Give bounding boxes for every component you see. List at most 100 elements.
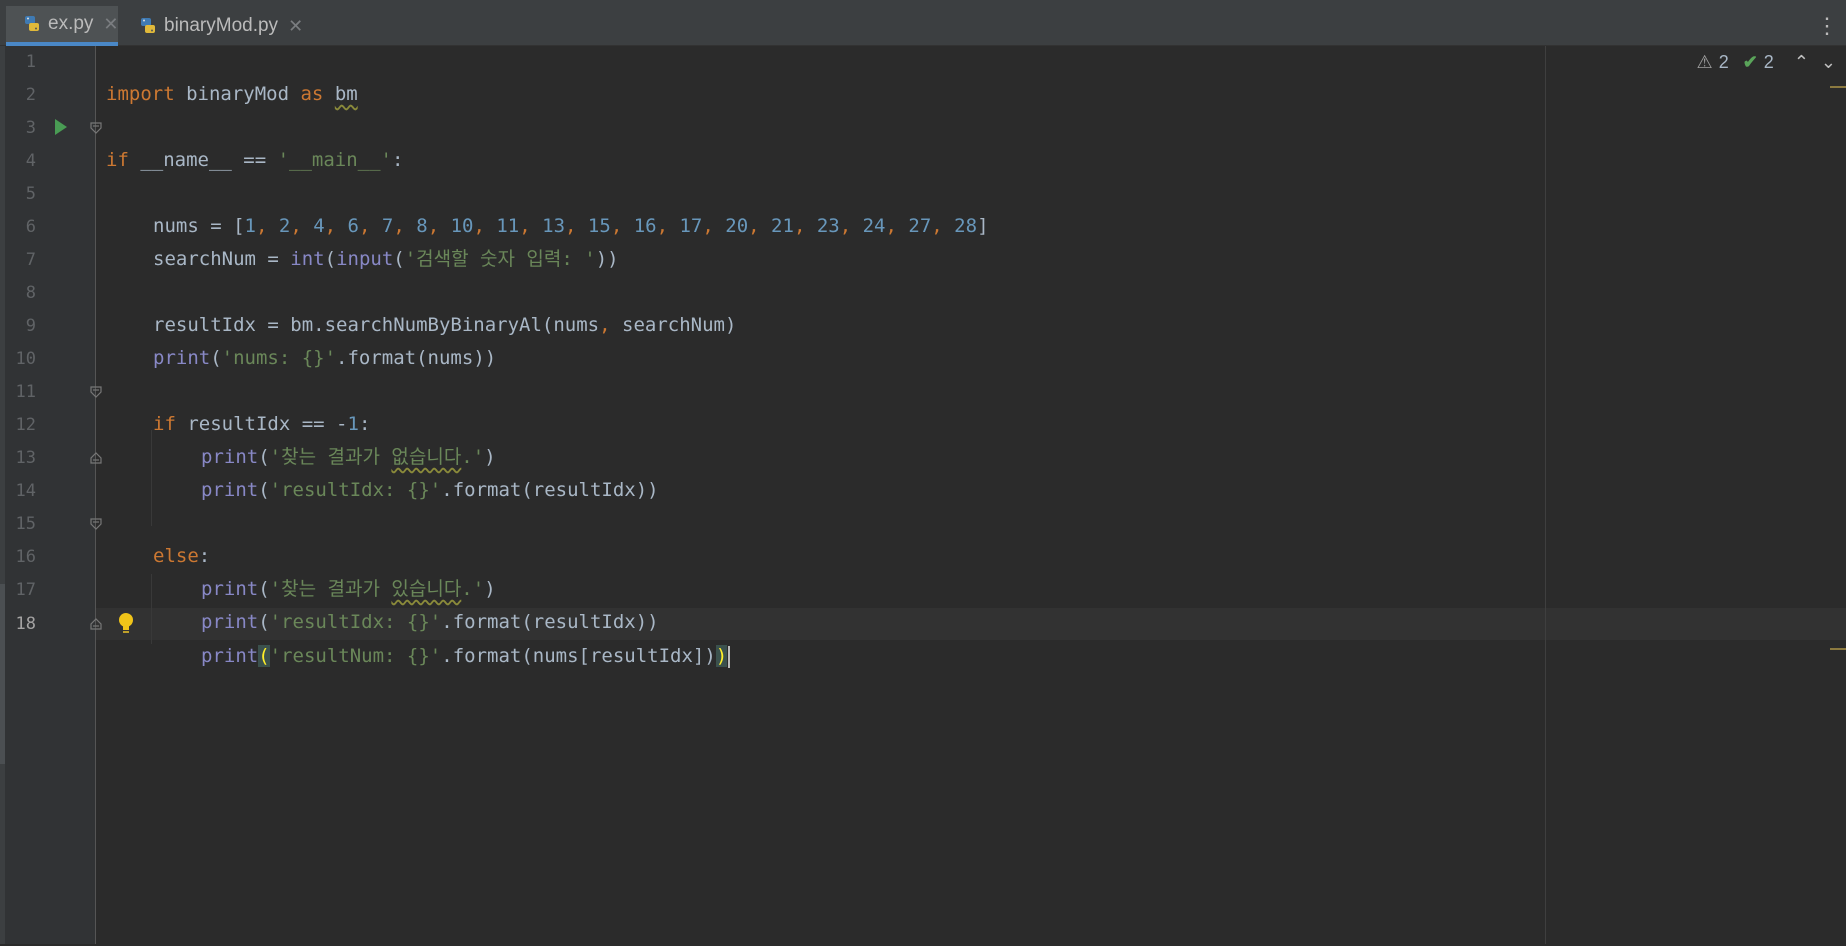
string-typo: 없습니다 (391, 446, 462, 468)
error-stripe-mark[interactable] (1830, 86, 1846, 88)
comma: , (610, 215, 634, 237)
lightbulb-icon[interactable] (116, 608, 136, 640)
code-text: )) (595, 248, 619, 270)
code-text-warning: bm (334, 83, 358, 105)
editor-tab-bar: ex.py ✕ binaryMod.py ✕ ⋮ (0, 6, 1846, 46)
comma: , (427, 215, 451, 237)
code-text: .format(resultIdx)) (441, 611, 659, 633)
code-line-5: nums = [1, 2, 4, 6, 7, 8, 10, 11, 13, 15… (0, 178, 989, 237)
indent-guide (151, 430, 152, 526)
code-text: ( (258, 479, 270, 501)
python-file-icon (138, 16, 158, 36)
code-line-8: resultIdx = bm.searchNumByBinaryAl(nums,… (0, 277, 736, 336)
previous-highlight-icon[interactable]: ⌃ (1794, 52, 1809, 73)
comma: , (839, 215, 863, 237)
error-stripe-mark[interactable] (1830, 648, 1846, 650)
code-text: nums = [ (153, 215, 245, 237)
comma: , (565, 215, 588, 237)
keyword: import (106, 83, 175, 105)
code-text: .format(resultIdx)) (441, 479, 659, 501)
code-line-12: print('찾는 결과가 없습니다.') (0, 409, 496, 468)
code-text: ( (258, 578, 270, 600)
fold-end-icon[interactable] (90, 618, 102, 630)
builtin: int (290, 248, 325, 270)
check-icon[interactable]: ✔ (1743, 52, 1758, 73)
right-margin-guide (1545, 46, 1546, 944)
string: .' (461, 578, 485, 600)
fold-end-icon[interactable] (90, 452, 102, 464)
matched-paren: ) (715, 645, 728, 667)
number: 1 (347, 413, 359, 435)
comma: , (255, 215, 279, 237)
ok-count: 2 (1763, 52, 1774, 72)
comma: , (748, 215, 772, 237)
number: 23 (816, 215, 840, 237)
code-line-15: else: (0, 508, 210, 567)
code-text: ) (484, 578, 496, 600)
close-icon[interactable]: ✕ (288, 16, 303, 37)
python-file-icon (22, 14, 42, 34)
number: 10 (450, 215, 474, 237)
warning-icon[interactable]: ⚠ (1697, 52, 1713, 73)
code-line-17: print('resultIdx: {}'.format(resultIdx)) (0, 574, 659, 633)
code-text: resultIdx == - (175, 413, 348, 435)
code-line-13: print('resultIdx: {}'.format(resultIdx)) (0, 442, 659, 501)
code-text: : (198, 545, 211, 567)
number: 2 (278, 215, 291, 237)
comma: , (324, 215, 348, 237)
builtin: print (201, 479, 259, 501)
number: 8 (416, 215, 428, 237)
comma: , (885, 215, 909, 237)
number: 7 (381, 215, 394, 237)
code-editor[interactable]: 1 2 3 4 5 6 7 8 9 10 11 12 13 14 15 16 1… (0, 46, 1846, 944)
fold-icon[interactable] (90, 122, 102, 134)
gutter-separator (95, 46, 96, 944)
run-icon[interactable] (55, 119, 67, 135)
keyword: else (153, 545, 199, 567)
code-line-11: if resultIdx == -1: (0, 376, 370, 435)
indent-guide (151, 574, 152, 644)
code-line-1: import binaryMod as bm (0, 46, 358, 105)
code-text: .format(nums[resultIdx]) (441, 645, 716, 667)
builtin: print (201, 645, 259, 667)
number: 20 (725, 215, 749, 237)
code-text: resultIdx = bm.searchNumByBinaryAl(nums (153, 314, 600, 336)
code-text: : (358, 413, 371, 435)
code-line-18: print('resultNum: {}'.format(nums[result… (0, 608, 731, 668)
next-highlight-icon[interactable]: ⌄ (1821, 52, 1836, 73)
warning-count: 2 (1718, 52, 1729, 72)
code-text: ( (210, 347, 222, 369)
close-icon[interactable]: ✕ (103, 14, 118, 35)
code-text: ] (977, 215, 989, 237)
more-tabs-icon[interactable]: ⋮ (1816, 12, 1838, 40)
tab-label: ex.py (48, 13, 94, 34)
code-text: searchNum = (153, 248, 291, 270)
string: '찾는 결과가 (269, 446, 392, 468)
tab-label: binaryMod.py (164, 15, 279, 36)
text-caret (728, 645, 731, 668)
keyword: if (106, 149, 129, 171)
code-line-9: print('nums: {}'.format(nums)) (0, 310, 496, 369)
fold-icon[interactable] (90, 518, 102, 530)
tab-binarymod-py[interactable]: binaryMod.py ✕ (138, 6, 308, 46)
builtin: print (201, 611, 259, 633)
inspections-widget[interactable]: ⚠ 2 ✔ 2 ⌃ ⌄ (1697, 52, 1836, 73)
code-text: .format(nums)) (336, 347, 497, 369)
tab-ex-py[interactable]: ex.py ✕ (6, 6, 119, 46)
code-text: __name__ == (128, 149, 278, 171)
number: 24 (862, 215, 886, 237)
comma: , (290, 215, 314, 237)
number: 15 (587, 215, 611, 237)
number: 28 (954, 215, 978, 237)
number: 1 (244, 215, 256, 237)
number: 21 (771, 215, 794, 237)
keyword: if (153, 413, 176, 435)
keyword: as (300, 83, 324, 105)
code-text: ( (324, 248, 337, 270)
builtin: print (201, 446, 259, 468)
comma: , (473, 215, 497, 237)
comma: , (793, 215, 817, 237)
code-line-16: print('찾는 결과가 있습니다.') (0, 541, 496, 600)
fold-icon[interactable] (90, 386, 102, 398)
string: '__main__' (277, 149, 392, 171)
